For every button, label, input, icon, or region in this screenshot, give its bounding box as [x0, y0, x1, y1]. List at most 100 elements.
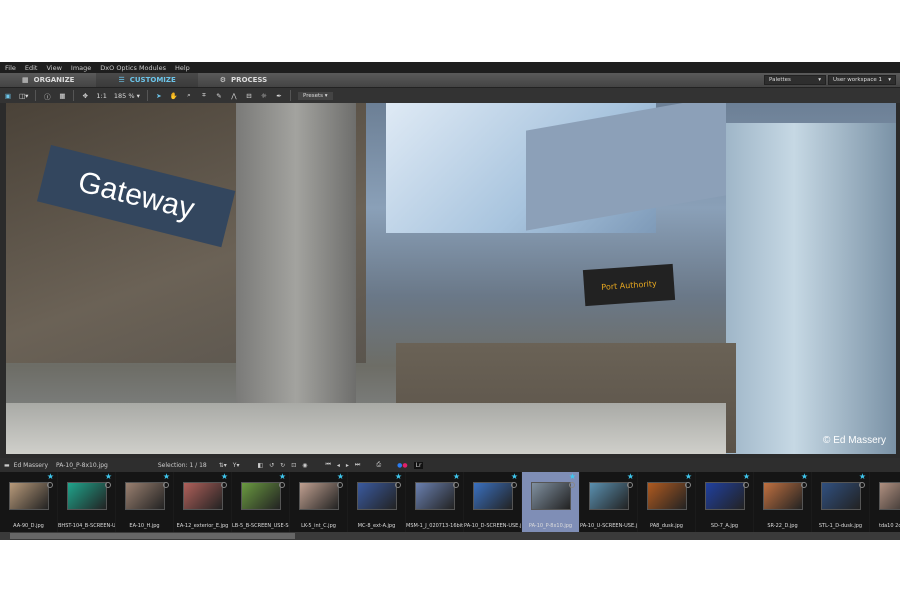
zoom-1to1-button[interactable]: 1:1 — [96, 92, 106, 100]
star-icon[interactable]: ★ — [511, 472, 518, 481]
fullscreen-icon[interactable]: ⊡ — [291, 462, 296, 469]
thumbnail-image — [820, 482, 861, 510]
star-icon[interactable]: ★ — [859, 472, 866, 481]
pointer-icon[interactable]: ➤ — [155, 92, 163, 100]
folder-name: Ed Massery — [13, 461, 48, 469]
star-icon[interactable]: ★ — [569, 472, 576, 481]
perspective-icon[interactable]: ⋀ — [230, 92, 238, 100]
next-image-icon[interactable]: ▸ — [346, 462, 349, 469]
menu-help[interactable]: Help — [175, 64, 190, 72]
zoom-dropdown[interactable]: 185 % ▾ — [114, 92, 140, 100]
thumbnail-image — [878, 482, 900, 510]
filmstrip-thumbnail[interactable]: ★ STL-1_D-dusk.jpg — [812, 472, 869, 532]
thumbnail-name: tda10 2of2 C © — [878, 523, 900, 529]
filmstrip-thumbnail[interactable]: ★ EA-12_exterior_E.jpg — [174, 472, 231, 532]
last-image-icon[interactable]: ⏭ — [355, 461, 360, 469]
hand-icon[interactable]: ✋ — [170, 92, 178, 100]
filmstrip-thumbnail[interactable]: ★ SR-22_D.jpg — [754, 472, 811, 532]
filmstrip-thumbnail[interactable]: ★ PA-10_D-SCREEN-USE.jpg — [464, 472, 521, 532]
star-icon[interactable]: ★ — [105, 472, 112, 481]
eyedropper-icon[interactable]: ✒ — [275, 92, 283, 100]
star-icon[interactable]: ★ — [47, 472, 54, 481]
menu-view[interactable]: View — [46, 64, 61, 72]
filmstrip-thumbnail[interactable]: ★ PA-10_P-8x10.jpg — [522, 472, 579, 532]
print-icon[interactable]: ⎙ — [376, 461, 381, 469]
thumbnail-name: EA-12_exterior_E.jpg — [176, 523, 229, 529]
tab-customize[interactable]: ☰ CUSTOMIZE — [96, 73, 198, 87]
filmstrip-thumbnail[interactable]: ★ AA-90_D.jpg — [0, 472, 57, 532]
palettes-dropdown[interactable]: Palettes ▾ — [764, 75, 826, 85]
status-icon — [163, 482, 169, 488]
workspace-dropdown[interactable]: User workspace 1 ▾ — [828, 75, 896, 85]
menu-file[interactable]: File — [5, 64, 16, 72]
thumbnail-image — [472, 482, 513, 510]
move-icon[interactable]: ✥ — [81, 92, 89, 100]
filmstrip-thumbnail[interactable]: ★ tda10 2of2 C © — [870, 472, 900, 532]
filmstrip-thumbnail[interactable]: ★ EA-10_H.jpg — [116, 472, 173, 532]
compare-icon[interactable]: ◧ — [257, 462, 263, 469]
single-view-icon[interactable]: ▣ — [4, 92, 12, 100]
status-icon — [279, 482, 285, 488]
compare-view-icon[interactable]: ◫▾ — [19, 92, 28, 100]
filmstrip-scrollbar[interactable] — [0, 532, 900, 540]
image-viewer[interactable]: Gateway Port Authority © Ed Massery — [6, 103, 896, 454]
thumbnail-image — [704, 482, 745, 510]
star-icon[interactable]: ★ — [163, 472, 170, 481]
previous-image-icon[interactable]: ◂ — [337, 462, 340, 469]
settings-icon[interactable]: ◉ — [302, 462, 307, 469]
star-icon[interactable]: ★ — [801, 472, 808, 481]
status-icon — [105, 482, 111, 488]
divider — [73, 90, 75, 101]
star-icon[interactable]: ★ — [395, 472, 402, 481]
scrollbar-thumb[interactable] — [10, 533, 295, 539]
star-icon[interactable]: ★ — [337, 472, 344, 481]
tab-organize[interactable]: ▦ ORGANIZE — [0, 73, 96, 87]
star-icon[interactable]: ★ — [627, 472, 634, 481]
sliders-icon: ☰ — [118, 76, 125, 84]
status-icon — [395, 482, 401, 488]
star-icon[interactable]: ★ — [685, 472, 692, 481]
menu-image[interactable]: Image — [71, 64, 91, 72]
filmstrip-thumbnail[interactable]: ★ BHST-104_B-SCREEN-USE — [58, 472, 115, 532]
divider — [35, 90, 37, 101]
filmstrip-thumbnail[interactable]: ★ LK-5_int_C.jpg — [290, 472, 347, 532]
color-labels-icon[interactable]: ●● — [397, 462, 408, 469]
star-icon[interactable]: ★ — [743, 472, 750, 481]
lightroom-button[interactable]: Lr — [413, 461, 424, 469]
star-icon[interactable]: ★ — [279, 472, 286, 481]
crop-icon[interactable]: ⌗ — [200, 91, 208, 100]
filmstrip-thumbnail[interactable]: ★ PA-10_U-SCREEN-USE.jpg — [580, 472, 637, 532]
filmstrip-thumbnail[interactable]: ★ MSM-1_J_020713-16bit.jpg — [406, 472, 463, 532]
info-icon[interactable]: ⓘ — [43, 91, 51, 101]
star-icon[interactable]: ★ — [453, 472, 460, 481]
first-image-icon[interactable]: ⏮ — [325, 461, 330, 469]
red-eye-icon[interactable]: ☼ — [260, 92, 268, 100]
divider — [146, 90, 148, 101]
presets-dropdown[interactable]: Presets ▾ — [297, 91, 333, 100]
divider — [289, 90, 291, 101]
status-icon — [685, 482, 691, 488]
filmstrip-thumbnail[interactable]: ★ PA8_dusk.jpg — [638, 472, 695, 532]
thumbnail-name: PA8_dusk.jpg — [650, 523, 683, 529]
magnifier-icon[interactable]: ⌕ — [185, 91, 193, 100]
filmstrip-thumbnail[interactable]: ★ LB-5_B-SCREEN_USE-SCRE — [232, 472, 289, 532]
menu-dxo-optics-modules[interactable]: DxO Optics Modules — [100, 64, 166, 72]
tab-process[interactable]: ⚙ PROCESS — [198, 73, 289, 87]
rotate-right-icon[interactable]: ↻ — [280, 462, 285, 469]
filmstrip-thumbnail[interactable]: ★ SD-7_A.jpg — [696, 472, 753, 532]
sort-icon[interactable]: ⇅▾ — [219, 462, 227, 469]
rotate-left-icon[interactable]: ↺ — [269, 462, 274, 469]
grid-overlay-icon[interactable]: ▦ — [58, 92, 66, 100]
thumbnail-name: LK-5_int_C.jpg — [301, 523, 336, 529]
filmstrip-thumbnail[interactable]: ★ MC-8_ext-A.jpg — [348, 472, 405, 532]
status-icon — [627, 482, 633, 488]
menu-edit[interactable]: Edit — [25, 64, 38, 72]
thumbnail-image — [240, 482, 281, 510]
filter-icon[interactable]: Y▾ — [233, 462, 240, 469]
thumbnail-image — [646, 482, 687, 510]
chevron-down-icon: ▾ — [818, 77, 821, 83]
brush-icon[interactable]: ✎ — [215, 92, 223, 100]
thumbnail-name: LB-5_B-SCREEN_USE-SCRE — [232, 523, 289, 529]
horizon-icon[interactable]: ⊟ — [245, 92, 253, 100]
star-icon[interactable]: ★ — [221, 472, 228, 481]
